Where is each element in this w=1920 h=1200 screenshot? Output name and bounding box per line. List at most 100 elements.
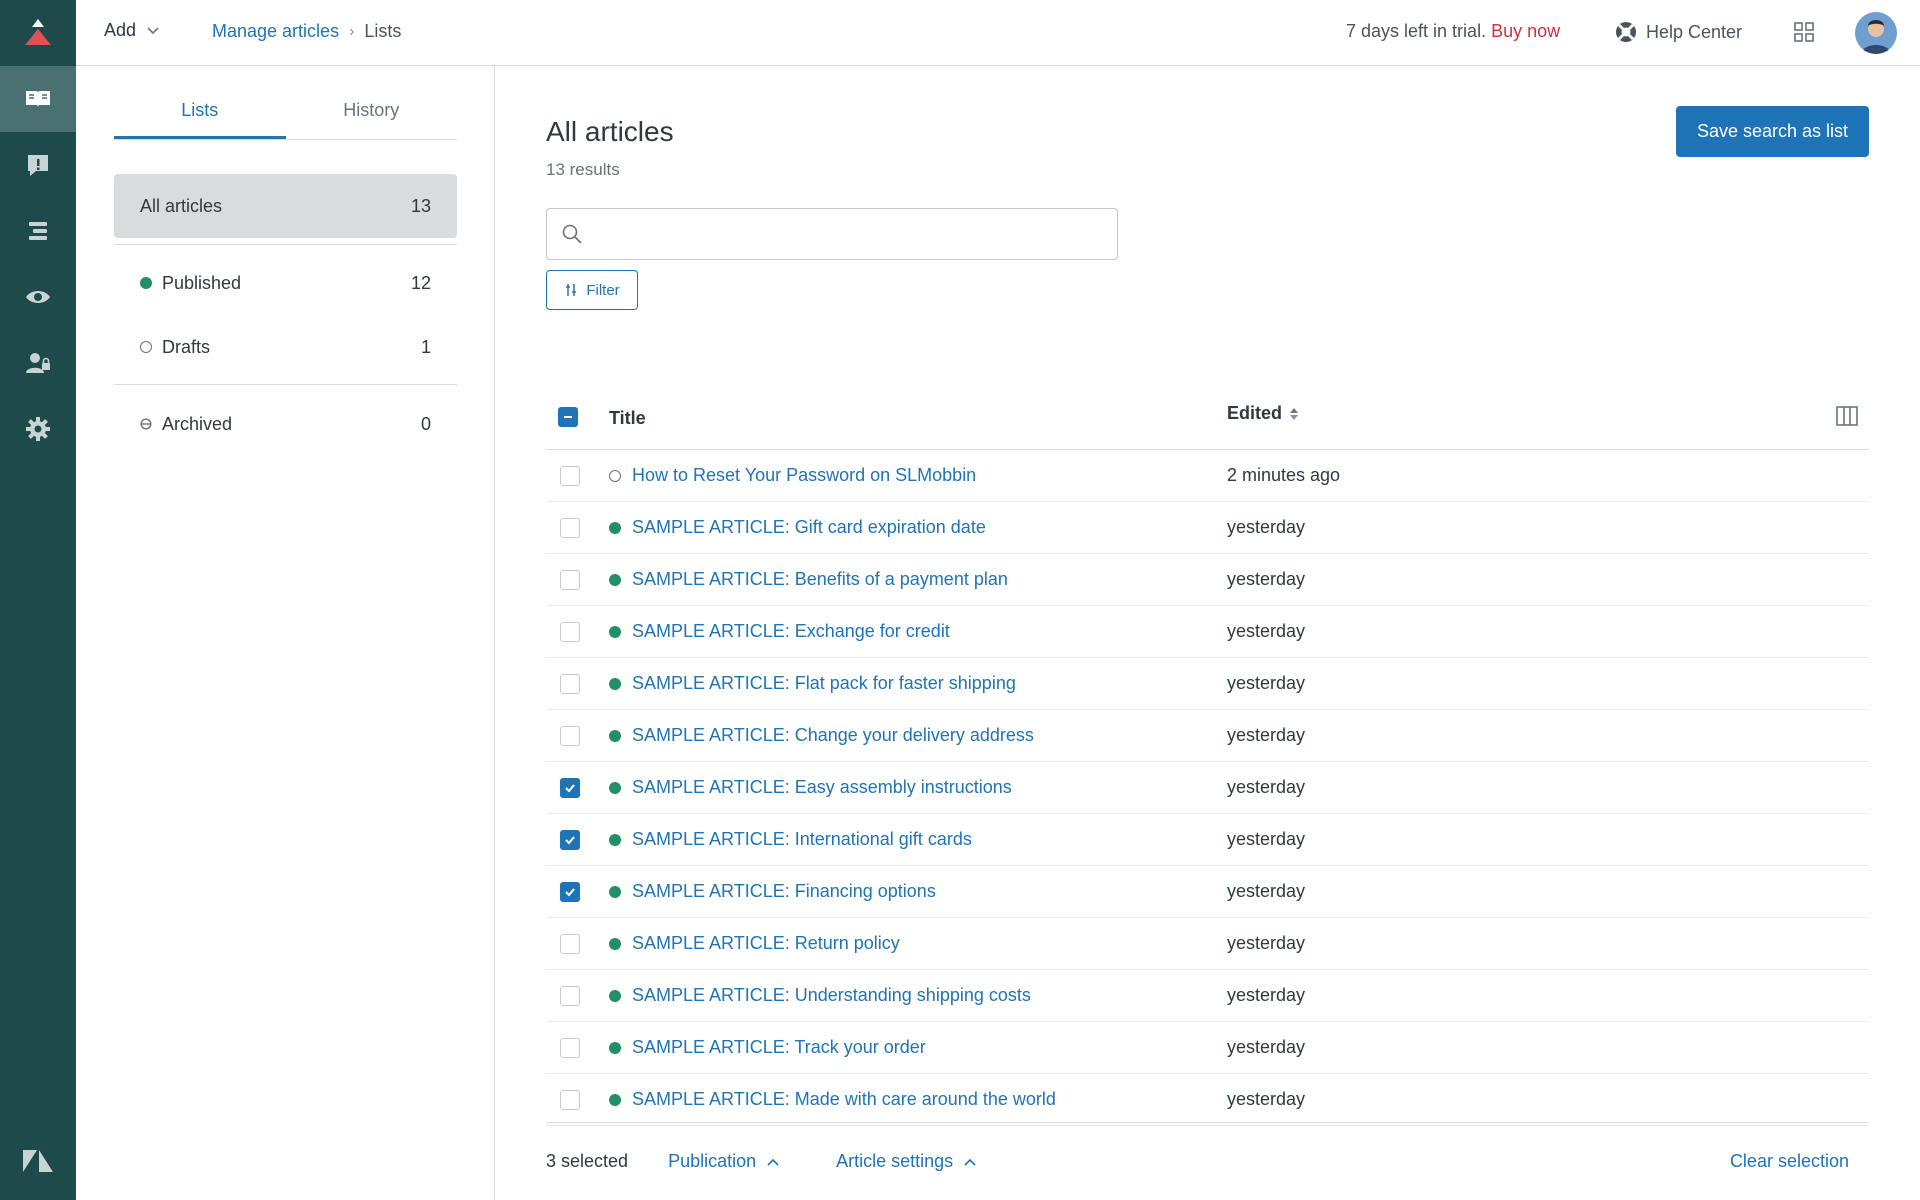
tab-history[interactable]: History [286,98,458,139]
sort-icon [1290,407,1299,420]
arrange-icon[interactable] [0,198,76,264]
table-row[interactable]: SAMPLE ARTICLE: Gift card expiration dat… [546,502,1869,554]
breadcrumb-current: Lists [364,21,402,41]
buy-now-link[interactable]: Buy now [1491,21,1560,41]
search-icon [562,224,582,244]
table-row[interactable]: SAMPLE ARTICLE: International gift cards… [546,814,1869,866]
article-title-link[interactable]: SAMPLE ARTICLE: Track your order [632,1037,926,1058]
save-search-as-list-button[interactable]: Save search as list [1676,106,1869,157]
column-edited[interactable]: Edited [1227,403,1300,424]
list-label: Published [162,272,242,293]
clear-selection-link[interactable]: Clear selection [1730,1151,1849,1172]
chevron-up-icon [767,1158,779,1166]
row-checkbox[interactable] [560,570,580,590]
article-title-link[interactable]: How to Reset Your Password on SLMobbin [632,465,976,486]
row-checkbox[interactable] [560,778,580,798]
results-count: 13 results [546,160,620,179]
guide-icon[interactable] [0,66,76,132]
view-icon[interactable] [0,264,76,330]
article-title-link[interactable]: SAMPLE ARTICLE: Gift card expiration dat… [632,517,986,538]
row-checkbox[interactable] [560,622,580,642]
list-all-articles[interactable]: All articles 13 [114,174,457,238]
zendesk-icon[interactable] [0,1136,76,1186]
list-archived[interactable]: Archived 0 [114,392,457,456]
row-checkbox[interactable] [560,1090,580,1110]
article-title-link[interactable]: SAMPLE ARTICLE: Understanding shipping c… [632,985,1031,1006]
list-label: Archived [162,413,233,434]
column-chooser-icon[interactable] [1835,404,1859,428]
row-checkbox[interactable] [560,518,580,538]
breadcrumb-manage-articles[interactable]: Manage articles [212,21,339,42]
user-permissions-icon[interactable] [0,330,76,396]
table-row[interactable]: SAMPLE ARTICLE: Return policy yesterday [546,918,1869,970]
list-published[interactable]: Published 12 [114,251,457,315]
edited-time: yesterday [1227,829,1306,849]
publication-menu[interactable]: Publication [668,1151,780,1172]
filter-sliders-icon [566,284,577,296]
edited-time: yesterday [1227,517,1306,537]
table-row[interactable]: SAMPLE ARTICLE: Easy assembly instructio… [546,762,1869,814]
list-label: All articles [140,195,223,216]
trial-text: 7 days left in trial. [1346,21,1487,41]
feedback-icon[interactable] [0,132,76,198]
published-status-icon [609,1094,621,1106]
published-status-icon [609,886,621,898]
published-status-icon [609,626,621,638]
article-title-link[interactable]: SAMPLE ARTICLE: Benefits of a payment pl… [632,569,1008,590]
table-row[interactable]: SAMPLE ARTICLE: Flat pack for faster shi… [546,658,1869,710]
table-row[interactable]: SAMPLE ARTICLE: Track your order yesterda… [546,1022,1869,1074]
row-checkbox[interactable] [560,1038,580,1058]
published-status-icon [609,678,621,690]
row-checkbox[interactable] [560,674,580,694]
article-title-link[interactable]: SAMPLE ARTICLE: Return policy [632,933,900,954]
avatar[interactable] [1855,12,1897,54]
article-title-link[interactable]: SAMPLE ARTICLE: Easy assembly instructio… [632,777,1012,798]
article-title-link[interactable]: SAMPLE ARTICLE: International gift cards [632,829,972,850]
edited-time: yesterday [1227,881,1306,901]
edited-time: yesterday [1227,1089,1306,1109]
select-all-checkbox[interactable] [558,407,578,427]
draft-status-icon [140,341,152,353]
table-row[interactable]: SAMPLE ARTICLE: Financing options yesterd… [546,866,1869,918]
bulk-actions-bar: 3 selected Publication Article settings … [546,1122,1869,1200]
edited-time: yesterday [1227,569,1306,589]
row-checkbox[interactable] [560,934,580,954]
lifebuoy-icon [1616,22,1636,42]
table-row[interactable]: SAMPLE ARTICLE: Exchange for credit yeste… [546,606,1869,658]
article-title-link[interactable]: SAMPLE ARTICLE: Change your delivery add… [632,725,1034,746]
edited-time: yesterday [1227,621,1306,641]
search-input[interactable] [593,224,1093,244]
column-title[interactable]: Title [609,408,646,429]
table-row[interactable]: SAMPLE ARTICLE: Change your delivery add… [546,710,1869,762]
help-center-link[interactable]: Help Center [1614,20,1742,44]
list-count: 1 [420,336,431,357]
list-drafts[interactable]: Drafts 1 [114,315,457,379]
help-center-label: Help Center [1646,21,1743,42]
row-checkbox[interactable] [560,466,580,486]
apps-grid-icon[interactable] [1792,20,1816,44]
article-title-link[interactable]: SAMPLE ARTICLE: Flat pack for faster shi… [632,673,1016,694]
article-title-link[interactable]: SAMPLE ARTICLE: Financing options [632,881,936,902]
edited-time: yesterday [1227,933,1306,953]
tab-lists[interactable]: Lists [114,98,286,139]
publication-label: Publication [668,1151,757,1171]
table-row[interactable]: How to Reset Your Password on SLMobbin 2 … [546,450,1869,502]
published-status-icon [140,277,152,289]
article-title-link[interactable]: SAMPLE ARTICLE: Made with care around th… [632,1089,1056,1110]
article-title-link[interactable]: SAMPLE ARTICLE: Exchange for credit [632,621,950,642]
row-checkbox[interactable] [560,726,580,746]
filter-button[interactable]: Filter [546,270,638,310]
article-settings-menu[interactable]: Article settings [836,1151,977,1172]
row-checkbox[interactable] [560,830,580,850]
table-row[interactable]: SAMPLE ARTICLE: Benefits of a payment pl… [546,554,1869,606]
table-row[interactable]: SAMPLE ARTICLE: Understanding shipping c… [546,970,1869,1022]
edited-time: yesterday [1227,725,1306,745]
published-status-icon [609,574,621,586]
table-row[interactable]: SAMPLE ARTICLE: Made with care around th… [546,1074,1869,1126]
row-checkbox[interactable] [560,882,580,902]
row-checkbox[interactable] [560,986,580,1006]
logo-icon[interactable] [0,0,76,64]
add-button[interactable]: Add [104,20,160,41]
settings-icon[interactable] [0,396,76,462]
articles-table: Title Edited How to Reset Your Password … [546,384,1869,1126]
